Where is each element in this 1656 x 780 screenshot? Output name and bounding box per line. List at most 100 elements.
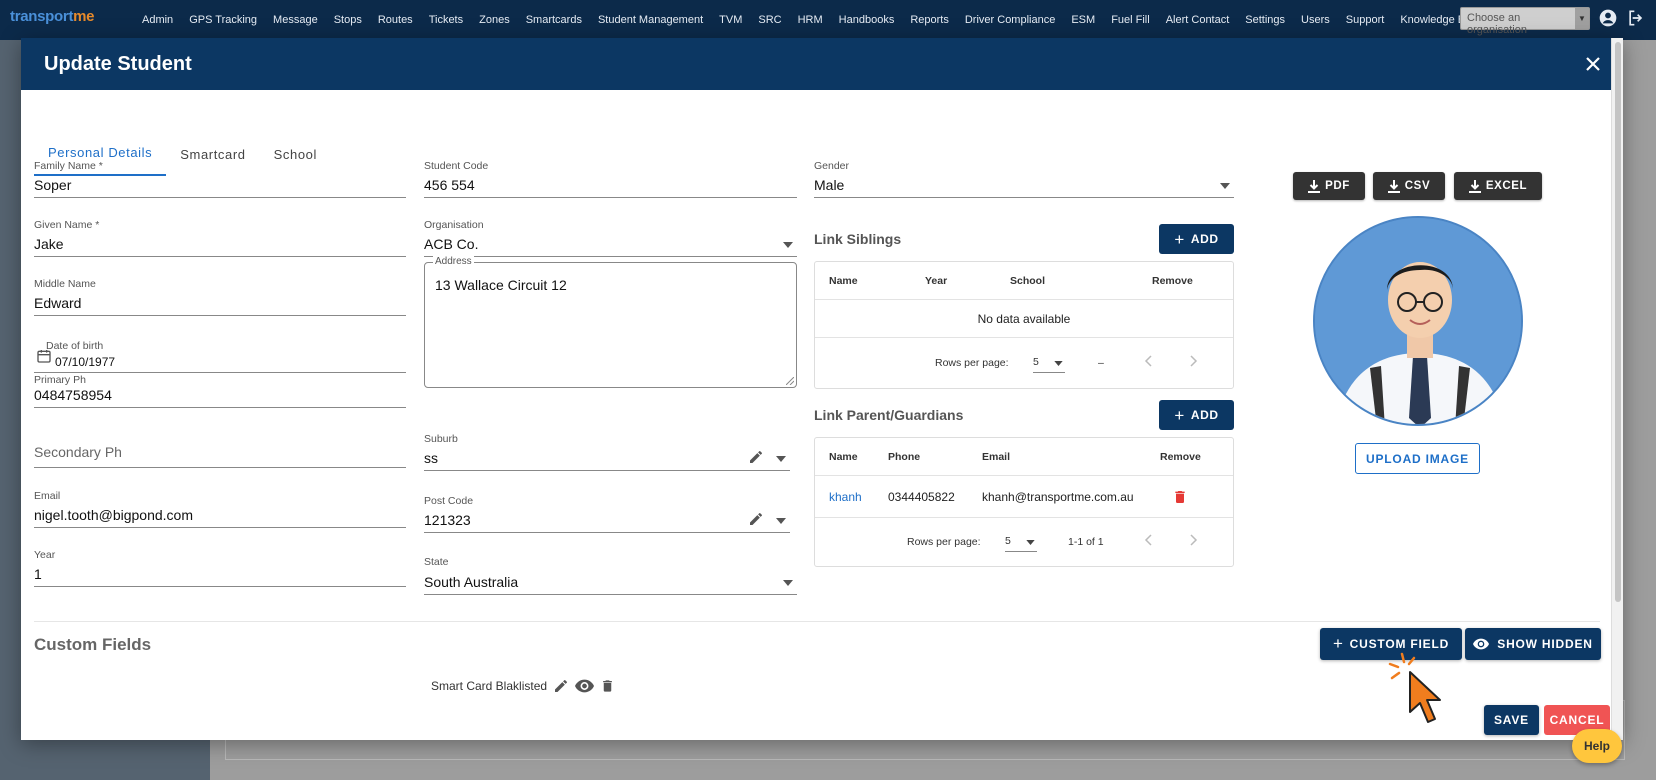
save-button[interactable]: SAVE <box>1484 705 1539 735</box>
caret-down-icon <box>1026 540 1035 545</box>
rows-per-page-label: Rows per page: <box>907 536 981 548</box>
nav-item-student-management[interactable]: Student Management <box>598 14 703 26</box>
suburb-value: ss <box>424 450 438 466</box>
resize-handle-icon[interactable] <box>786 377 794 385</box>
suburb-label: Suburb <box>424 433 458 445</box>
primary-phone-field[interactable]: Primary Ph 0484758954 <box>34 374 406 408</box>
column-header-school[interactable]: School <box>1010 275 1045 287</box>
scrollbar-thumb[interactable] <box>1615 42 1621 602</box>
caret-down-icon <box>1054 361 1063 366</box>
gender-field[interactable]: Gender Male <box>814 160 1234 198</box>
nav-item-users[interactable]: Users <box>1301 14 1330 26</box>
caret-down-icon[interactable] <box>776 518 786 524</box>
nav-item-driver-compliance[interactable]: Driver Compliance <box>965 14 1055 26</box>
student-code-value: 456 554 <box>424 177 475 193</box>
nav-item-gps-tracking[interactable]: GPS Tracking <box>189 14 257 26</box>
secondary-phone-field[interactable]: Secondary Ph <box>34 430 406 468</box>
nav-item-support[interactable]: Support <box>1346 14 1385 26</box>
add-custom-field-label: CUSTOM FIELD <box>1349 637 1450 651</box>
column-header-phone[interactable]: Phone <box>888 451 920 463</box>
show-hidden-button[interactable]: SHOW HIDDEN <box>1465 628 1601 660</box>
column-header-year[interactable]: Year <box>925 275 947 287</box>
upload-image-button[interactable]: UPLOAD IMAGE <box>1355 443 1480 474</box>
chevron-left-icon[interactable] <box>1143 534 1155 546</box>
nav-item-handbooks[interactable]: Handbooks <box>839 14 895 26</box>
column-header-name[interactable]: Name <box>829 451 858 463</box>
dialog-scrollbar[interactable] <box>1611 38 1623 740</box>
nav-item-src[interactable]: SRC <box>758 14 781 26</box>
add-guardian-button[interactable]: + ADD <box>1159 400 1234 430</box>
family-name-field[interactable]: Family Name * Soper <box>34 160 406 198</box>
caret-down-icon[interactable] <box>776 456 786 462</box>
nav-item-fuel-fill[interactable]: Fuel Fill <box>1111 14 1150 26</box>
help-button[interactable]: Help <box>1572 729 1622 763</box>
chevron-right-icon[interactable] <box>1187 355 1199 367</box>
dialog-title: Update Student <box>44 53 192 75</box>
pencil-icon[interactable] <box>748 449 764 465</box>
chevron-left-icon[interactable] <box>1143 355 1155 367</box>
column-header-email[interactable]: Email <box>982 451 1010 463</box>
address-field[interactable]: Address 13 Wallace Circuit 12 <box>424 256 797 388</box>
export-pdf-button[interactable]: PDF <box>1293 172 1365 200</box>
organisation-select[interactable]: Choose an organisation ▼ <box>1460 7 1590 36</box>
export-pdf-label: PDF <box>1325 180 1350 192</box>
middle-name-field[interactable]: Middle Name Edward <box>34 278 406 316</box>
chevron-right-icon[interactable] <box>1187 534 1199 546</box>
add-sibling-button[interactable]: + ADD <box>1159 224 1234 254</box>
nav-item-tvm[interactable]: TVM <box>719 14 742 26</box>
nav-item-routes[interactable]: Routes <box>378 14 413 26</box>
year-field[interactable]: Year 1 <box>34 549 406 587</box>
family-name-value: Soper <box>34 177 72 193</box>
gender-label: Gender <box>814 160 850 172</box>
rows-per-page-select[interactable]: 5 <box>1033 351 1065 373</box>
export-csv-button[interactable]: CSV <box>1373 172 1445 200</box>
caret-down-icon[interactable] <box>783 242 793 248</box>
trash-icon[interactable] <box>600 678 615 694</box>
empty-state-text: No data available <box>977 312 1071 326</box>
nav-item-hrm[interactable]: HRM <box>798 14 823 26</box>
caret-down-icon[interactable] <box>1220 183 1230 189</box>
nav-item-message[interactable]: Message <box>273 14 318 26</box>
nav-item-esm[interactable]: ESM <box>1071 14 1095 26</box>
organisation-select-placeholder: Choose an organisation <box>1467 12 1527 36</box>
primary-phone-label: Primary Ph <box>34 374 86 386</box>
link-siblings-title: Link Siblings <box>814 231 902 247</box>
date-of-birth-field[interactable]: Date of birth 07/10/1977 <box>34 340 406 373</box>
post-code-field[interactable]: Post Code 121323 <box>424 495 790 533</box>
app-logo[interactable]: transportme <box>10 8 95 25</box>
organisation-field[interactable]: Organisation ACB Co. <box>424 219 797 257</box>
caret-down-icon[interactable] <box>783 580 793 586</box>
main-nav: Admin GPS Tracking Message Stops Routes … <box>142 0 1499 40</box>
nav-item-tickets[interactable]: Tickets <box>429 14 463 26</box>
column-header-name[interactable]: Name <box>829 275 858 287</box>
delete-icon[interactable] <box>1172 488 1188 506</box>
nav-item-settings[interactable]: Settings <box>1245 14 1285 26</box>
export-excel-button[interactable]: EXCEL <box>1454 172 1542 200</box>
download-icon <box>1308 179 1321 193</box>
column-header-remove: Remove <box>1152 275 1193 287</box>
rows-per-page-select[interactable]: 5 <box>1005 530 1037 552</box>
eye-icon[interactable] <box>575 678 595 694</box>
siblings-table: Name Year School Remove No data availabl… <box>814 261 1234 389</box>
nav-item-zones[interactable]: Zones <box>479 14 510 26</box>
email-field[interactable]: Email nigel.tooth@bigpond.com <box>34 490 406 528</box>
suburb-field[interactable]: Suburb ss <box>424 433 790 471</box>
account-circle-icon[interactable] <box>1598 8 1618 28</box>
year-label: Year <box>34 549 56 561</box>
add-custom-field-button[interactable]: + CUSTOM FIELD <box>1320 628 1462 660</box>
nav-item-admin[interactable]: Admin <box>142 14 173 26</box>
caret-down-icon: ▼ <box>1575 8 1589 29</box>
nav-item-reports[interactable]: Reports <box>910 14 949 26</box>
student-code-field[interactable]: Student Code 456 554 <box>424 160 797 198</box>
pencil-icon[interactable] <box>748 511 764 527</box>
guardian-name-link[interactable]: khanh <box>829 490 862 504</box>
nav-item-smartcards[interactable]: Smartcards <box>526 14 582 26</box>
nav-item-stops[interactable]: Stops <box>334 14 362 26</box>
given-name-label: Given Name * <box>34 219 100 231</box>
given-name-field[interactable]: Given Name * Jake <box>34 219 406 257</box>
pencil-icon[interactable] <box>553 678 569 694</box>
logout-icon[interactable] <box>1626 8 1646 28</box>
nav-item-alert-contact[interactable]: Alert Contact <box>1166 14 1230 26</box>
close-icon[interactable] <box>1581 52 1605 76</box>
state-field[interactable]: State South Australia <box>424 556 797 595</box>
